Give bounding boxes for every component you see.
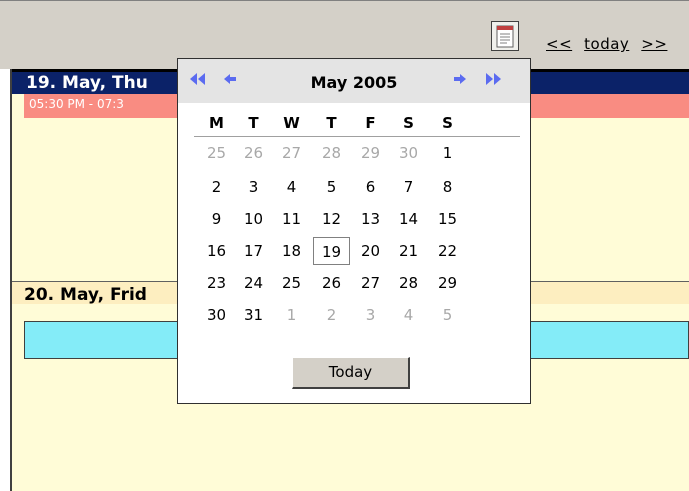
day-cell[interactable]: 1	[429, 139, 466, 167]
day-cell-outside-month[interactable]: 2	[313, 301, 350, 329]
calendar-button[interactable]	[491, 21, 519, 51]
day-cell-selected[interactable]: 19	[313, 237, 350, 265]
day-cell[interactable]: 8	[429, 173, 466, 201]
day-cell[interactable]: 4	[273, 173, 310, 201]
day-cell-outside-month[interactable]: 26	[235, 139, 272, 167]
day-cell[interactable]: 11	[273, 205, 310, 233]
day-cell[interactable]: 31	[235, 301, 272, 329]
day-header-label: 20. May, Frid	[24, 285, 147, 305]
day-cell[interactable]: 5	[313, 173, 350, 201]
day-cell-outside-month[interactable]: 3	[352, 301, 389, 329]
day-cell[interactable]: 27	[352, 269, 389, 297]
previous-link[interactable]: <<	[546, 35, 572, 53]
day-cell[interactable]: 6	[352, 173, 389, 201]
weekday-label: M	[209, 114, 224, 132]
day-cell[interactable]: 24	[235, 269, 272, 297]
day-cell[interactable]: 10	[235, 205, 272, 233]
weekday-label: T	[326, 114, 337, 132]
day-cell[interactable]: 7	[390, 173, 427, 201]
day-cell-outside-month[interactable]: 5	[429, 301, 466, 329]
today-link[interactable]: today	[584, 35, 629, 53]
day-cell-outside-month[interactable]: 25	[198, 139, 235, 167]
day-cell[interactable]: 20	[352, 237, 389, 265]
right-arrow-icon	[454, 74, 466, 84]
day-cell[interactable]: 2	[198, 173, 235, 201]
weekday-label: S	[442, 114, 453, 132]
day-cell[interactable]: 14	[390, 205, 427, 233]
weekday-label: W	[283, 114, 300, 132]
next-link[interactable]: >>	[641, 35, 667, 53]
double-right-arrow-icon	[486, 73, 501, 85]
day-cell[interactable]: 3	[235, 173, 272, 201]
day-cell[interactable]: 12	[313, 205, 350, 233]
day-cell[interactable]: 23	[198, 269, 235, 297]
day-cell[interactable]: 30	[198, 301, 235, 329]
weekday-label: T	[248, 114, 259, 132]
day-cell[interactable]: 22	[429, 237, 466, 265]
day-cell[interactable]: 28	[390, 269, 427, 297]
month-title: May 2005	[310, 73, 398, 92]
day-cell-outside-month[interactable]: 30	[390, 139, 427, 167]
date-picker-popup: May 2005 MTWTFSS 25 26 27 28 29 30 1 2 3 4 5 6 7 8 9 10…	[177, 58, 531, 404]
weekday-divider	[194, 136, 520, 137]
day-cell-outside-month[interactable]: 29	[352, 139, 389, 167]
day-cell[interactable]: 9	[198, 205, 235, 233]
day-cell[interactable]: 17	[235, 237, 272, 265]
today-button[interactable]: Today	[292, 357, 410, 389]
day-cell-outside-month[interactable]: 28	[313, 139, 350, 167]
date-picker-header: May 2005	[178, 59, 530, 103]
next-month-button[interactable]	[452, 69, 468, 89]
day-cell[interactable]: 29	[429, 269, 466, 297]
day-cell[interactable]: 25	[273, 269, 310, 297]
weekday-label: S	[403, 114, 414, 132]
day-cell[interactable]: 26	[313, 269, 350, 297]
day-cell-outside-month[interactable]: 4	[390, 301, 427, 329]
day-cell-outside-month[interactable]: 1	[273, 301, 310, 329]
next-year-button[interactable]	[483, 69, 503, 89]
day-cell[interactable]: 15	[429, 205, 466, 233]
day-cell-outside-month[interactable]: 27	[273, 139, 310, 167]
day-cell[interactable]: 18	[273, 237, 310, 265]
day-cell[interactable]: 21	[390, 237, 427, 265]
date-navigation: << today >>	[546, 35, 679, 53]
day-cell[interactable]: 13	[352, 205, 389, 233]
calendar-icon	[496, 25, 514, 48]
weekday-label: F	[365, 114, 376, 132]
day-header-label: 19. May, Thu	[26, 73, 148, 93]
day-cell[interactable]: 16	[198, 237, 235, 265]
